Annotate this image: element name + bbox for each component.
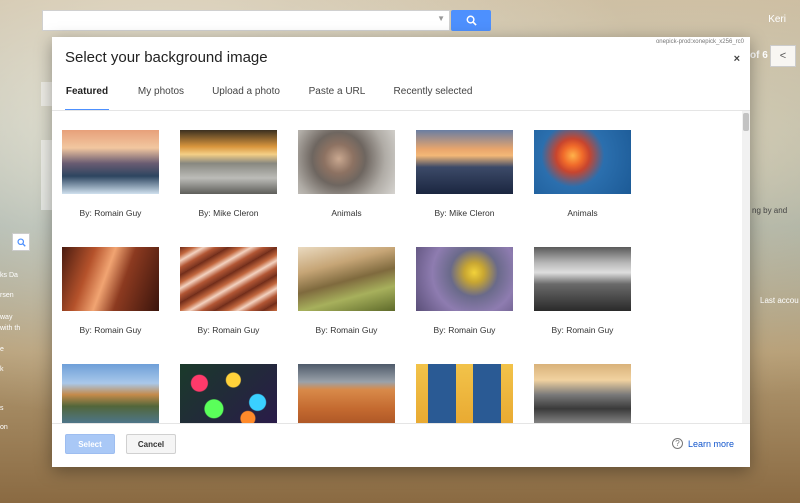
image-thumbnail[interactable] — [62, 364, 159, 423]
help-icon: ? — [671, 438, 683, 449]
background-people-search-button — [12, 233, 30, 251]
background-contact-text: e — [0, 346, 4, 353]
background-image-picker-dialog: onepick-prod:xonepick_x256_rc0 Select yo… — [52, 37, 750, 467]
image-thumbnail[interactable] — [62, 130, 159, 194]
image-thumbnail[interactable] — [298, 130, 395, 194]
tab-my-photos[interactable]: My photos — [136, 85, 186, 111]
background-contact-text: rsen — [0, 292, 14, 299]
image-caption: By: Romain Guy — [197, 325, 260, 335]
image-caption: By: Mike Cleron — [198, 208, 259, 218]
background-search-input: ▼ — [42, 10, 450, 31]
learn-more-link[interactable]: ? Learn more — [671, 438, 734, 449]
background-contact-text: way — [0, 314, 13, 321]
tab-recently-selected[interactable]: Recently selected — [393, 85, 473, 111]
scrollbar-thumb[interactable] — [743, 113, 749, 131]
image-caption: By: Romain Guy — [79, 325, 142, 335]
image-thumbnail[interactable] — [62, 247, 159, 311]
select-button[interactable]: Select — [65, 434, 115, 454]
background-contact-text: ks Da — [0, 272, 18, 279]
tab-paste-url[interactable]: Paste a URL — [307, 85, 367, 111]
footer-divider — [52, 423, 750, 424]
image-thumbnail[interactable] — [298, 364, 395, 423]
background-search-button — [451, 10, 491, 31]
background-contact-text: k — [0, 366, 4, 373]
background-message-text: ng by and — [752, 206, 788, 215]
image-thumbnail[interactable] — [416, 247, 513, 311]
dialog-title: Select your background image — [65, 49, 268, 66]
pager-count: of 6 — [750, 50, 768, 61]
image-caption: By: Romain Guy — [551, 325, 614, 335]
image-caption: By: Mike Cleron — [434, 208, 495, 218]
tab-upload-photo[interactable]: Upload a photo — [211, 85, 281, 111]
search-icon — [466, 15, 477, 26]
image-caption: By: Romain Guy — [79, 208, 142, 218]
image-caption: Animals — [331, 208, 362, 218]
close-icon[interactable]: × — [734, 53, 740, 65]
learn-more-label[interactable]: Learn more — [688, 439, 734, 449]
image-thumbnail[interactable] — [298, 247, 395, 311]
tab-featured[interactable]: Featured — [65, 85, 109, 111]
image-thumbnail[interactable] — [180, 364, 277, 423]
image-thumbnail[interactable] — [416, 364, 513, 423]
image-caption: Animals — [567, 208, 598, 218]
image-caption: By: Romain Guy — [315, 325, 378, 335]
image-thumbnail[interactable] — [180, 130, 277, 194]
search-icon — [16, 237, 26, 247]
cancel-button[interactable]: Cancel — [126, 434, 176, 454]
pager-prev-button: < — [770, 45, 796, 67]
search-options-chevron-icon: ▼ — [437, 14, 445, 23]
account-name: Keri — [768, 14, 786, 25]
build-id: onepick-prod:xonepick_x256_rc0 — [655, 39, 744, 45]
image-caption: By: Romain Guy — [433, 325, 496, 335]
image-grid-scrollbar[interactable] — [742, 111, 750, 423]
image-thumbnail[interactable] — [416, 130, 513, 194]
image-thumbnail[interactable] — [534, 130, 631, 194]
image-thumbnail[interactable] — [534, 247, 631, 311]
background-footer-text: Last accou — [760, 296, 799, 305]
background-contact-text: s — [0, 405, 4, 412]
image-grid: By: Romain Guy By: Mike Cleron Animals B… — [52, 111, 750, 423]
tab-bar: Featured My photos Upload a photo Paste … — [52, 85, 750, 111]
image-thumbnail[interactable] — [534, 364, 631, 423]
background-contact-text: with th — [0, 325, 21, 332]
background-contact-text: on — [0, 424, 8, 431]
image-thumbnail[interactable] — [180, 247, 277, 311]
